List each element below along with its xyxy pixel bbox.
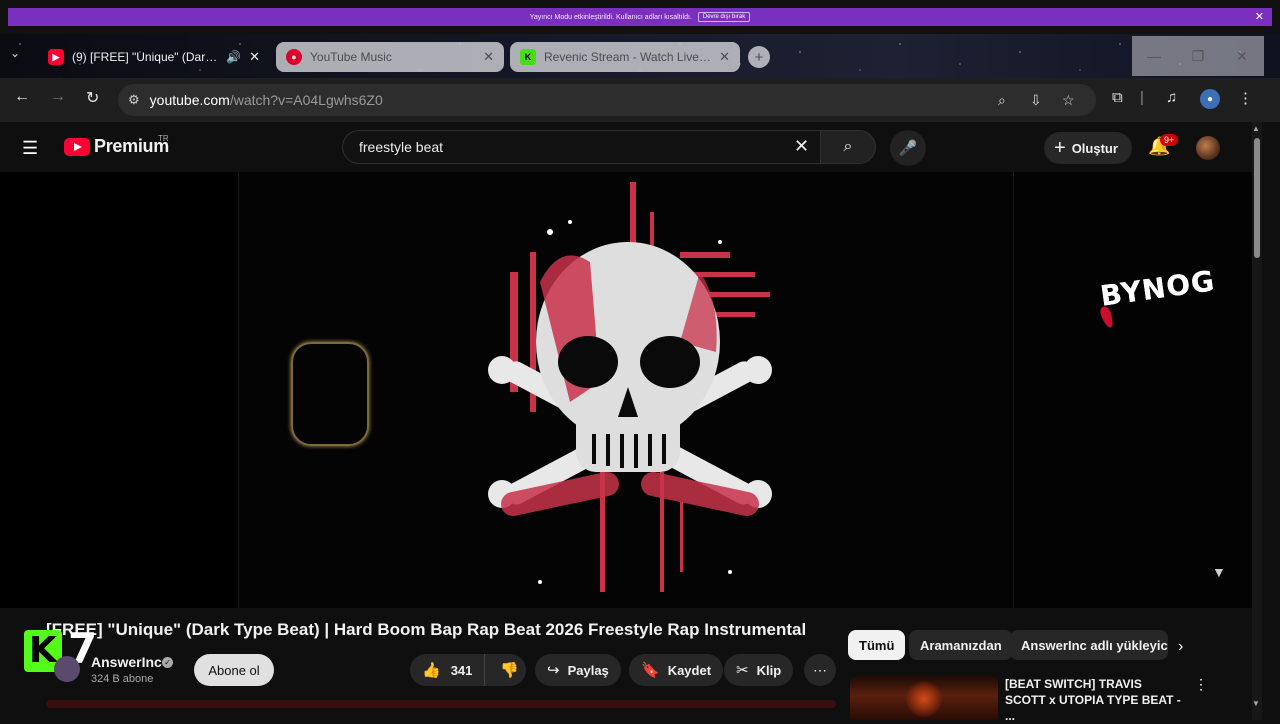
disable-streamer-mode-button[interactable]: Devre dışı bırak <box>697 12 751 22</box>
video-player[interactable]: BYNOG ▼ <box>0 172 1252 608</box>
tab-strip: ⌄ ▶ (9) [FREE] "Unique" (Dark Type 🔊 ✕ ●… <box>0 34 1280 78</box>
url-path: /watch?v=A04Lgwhs6Z0 <box>229 92 383 108</box>
address-bar[interactable]: ⚙ youtube.com/watch?v=A04Lgwhs6Z0 ⌕ ⇩ ☆ <box>118 84 1096 116</box>
bookmark-star-icon[interactable]: ☆ <box>1062 92 1075 109</box>
youtube-masthead: ☰ Premium TR freestyle beat ✕ ⌕ 🎤 + Oluş… <box>0 122 1280 172</box>
new-tab-plus-icon[interactable]: + <box>748 46 770 68</box>
tab-youtube-music[interactable]: ● YouTube Music ✕ <box>276 42 504 72</box>
scroll-up-arrow-icon[interactable]: ▲ <box>1252 124 1260 133</box>
toolbar-divider: | <box>1140 89 1144 106</box>
window-minimize-button[interactable]: — <box>1132 36 1176 76</box>
clip-label: Klip <box>756 662 782 678</box>
create-button[interactable]: + Oluştur <box>1044 132 1132 164</box>
youtube-favicon-icon: ▶ <box>48 49 64 65</box>
back-arrow-icon[interactable]: ← <box>14 88 30 106</box>
share-button[interactable]: ↪ Paylaş <box>535 654 621 686</box>
tab-title: YouTube Music <box>310 50 392 64</box>
speaker-icon[interactable]: 🔊 <box>226 50 241 64</box>
scroll-down-arrow-icon[interactable]: ▼ <box>1252 699 1260 708</box>
related-filter-chips: Tümü Aramanızdan AnswerInc adlı yükleyic… <box>848 630 1248 660</box>
reload-icon[interactable]: ↻ <box>86 88 99 108</box>
window-close-button[interactable]: ✕ <box>1220 36 1264 76</box>
extensions-icon[interactable]: ⧉ <box>1112 89 1123 106</box>
scrollbar-thumb[interactable] <box>1254 138 1260 258</box>
skull-and-crossbones-image <box>488 182 772 592</box>
search-button[interactable]: ⌕ <box>820 130 876 164</box>
chip-from-uploader[interactable]: AnswerInc adlı yükleyici <box>1010 630 1168 660</box>
logo-country-code: TR <box>158 134 169 143</box>
chip-from-search[interactable]: Aramanızdan <box>909 630 1013 660</box>
browser-toolbar: ← → ↻ ⚙ youtube.com/watch?v=A04Lgwhs6Z0 … <box>0 78 1280 122</box>
right-stream-panel <box>1014 172 1252 608</box>
subscribe-button[interactable]: Abone ol <box>194 654 274 686</box>
tab-title: Revenic Stream - Watch Live on <box>544 50 712 64</box>
tab-youtube-video[interactable]: ▶ (9) [FREE] "Unique" (Dark Type 🔊 ✕ <box>38 42 270 72</box>
search-query: freestyle beat <box>359 139 444 155</box>
notice-close-icon[interactable]: ✕ <box>1255 10 1264 23</box>
bookmark-icon: 🔖 <box>641 662 660 679</box>
subscriber-count: 324 B abone <box>91 673 154 685</box>
like-button[interactable]: 👍 341 <box>410 654 486 686</box>
tab-close-icon[interactable]: ✕ <box>719 49 730 65</box>
search-input[interactable]: freestyle beat <box>342 130 820 164</box>
webcam-overlay-frame <box>291 342 369 446</box>
install-app-icon[interactable]: ⇩ <box>1030 92 1042 109</box>
zoom-icon[interactable]: ⌕ <box>998 92 1006 109</box>
streamer-mode-notice: Yayıncı Modu etkinleştirildi. Kullanıcı … <box>8 8 1272 26</box>
dislike-button[interactable]: 👎 <box>493 654 526 686</box>
kick-favicon-icon: K <box>520 49 536 65</box>
chip-all[interactable]: Tümü <box>848 630 906 660</box>
clip-button[interactable]: ✂ Klip <box>724 654 794 686</box>
recommendation-menu-icon[interactable]: ⋮ <box>1194 676 1208 693</box>
scissors-icon: ✂ <box>736 662 749 679</box>
channel-watermark-icon: ▼ <box>1212 564 1226 580</box>
plus-icon: + <box>1054 136 1066 159</box>
youtube-music-favicon-icon: ● <box>286 49 302 65</box>
create-label: Oluştur <box>1071 140 1118 156</box>
browser-profile-avatar[interactable]: ● <box>1200 89 1220 109</box>
page-scrollbar[interactable]: ▲ ▼ <box>1252 122 1262 720</box>
media-control-icon[interactable]: ♫ <box>1166 89 1177 106</box>
recommendation-thumbnail[interactable] <box>850 675 998 720</box>
video-title: [FREE] "Unique" (Dark Type Beat) | Hard … <box>46 620 807 639</box>
youtube-premium-logo[interactable]: Premium TR <box>64 134 169 157</box>
youtube-play-logo-icon <box>64 137 90 156</box>
share-label: Paylaş <box>567 662 609 678</box>
site-settings-icon[interactable]: ⚙ <box>128 92 140 108</box>
share-arrow-icon: ↪ <box>547 662 560 679</box>
chips-next-arrow-icon[interactable]: › <box>1178 638 1183 656</box>
channel-avatar[interactable] <box>54 656 80 682</box>
recommendation-title[interactable]: [BEAT SWITCH] TRAVIS SCOTT x UTOPIA TYPE… <box>1005 676 1185 724</box>
more-actions-button[interactable]: ⋯ <box>804 654 836 686</box>
browser-menu-icon[interactable]: ⋮ <box>1238 89 1253 107</box>
tab-kick-stream[interactable]: K Revenic Stream - Watch Live on ✕ <box>510 42 740 72</box>
search-icon: ⌕ <box>843 138 853 155</box>
save-button[interactable]: 🔖 Kaydet <box>629 654 724 686</box>
notice-message: Yayıncı Modu etkinleştirildi. Kullanıcı … <box>529 13 692 21</box>
clear-search-icon[interactable]: ✕ <box>794 136 809 157</box>
like-count: 341 <box>450 662 473 678</box>
tab-close-icon[interactable]: ✕ <box>249 49 260 65</box>
tab-close-icon[interactable]: ✕ <box>483 49 494 65</box>
guide-menu-icon[interactable]: ☰ <box>22 138 38 159</box>
tab-search-chevron-icon[interactable]: ⌄ <box>10 46 20 60</box>
verified-badge-icon: ✓ <box>162 657 173 668</box>
skull-artwork <box>480 182 780 602</box>
thumbs-up-icon: 👍 <box>422 662 441 679</box>
like-dislike-group: 👍 341 👎 <box>410 654 526 686</box>
channel-name[interactable]: AnswerInc <box>91 654 162 670</box>
tab-title: (9) [FREE] "Unique" (Dark Type <box>72 50 218 64</box>
thumbs-down-icon: 👎 <box>500 662 520 679</box>
forward-arrow-icon[interactable]: → <box>50 88 66 106</box>
account-avatar[interactable] <box>1196 136 1220 160</box>
microphone-icon: 🎤 <box>898 140 918 157</box>
more-horizontal-icon: ⋯ <box>813 661 827 678</box>
window-maximize-button[interactable]: ❐ <box>1176 36 1220 76</box>
voice-search-button[interactable]: 🎤 <box>890 130 926 166</box>
description-box-edge <box>46 700 836 708</box>
save-label: Kaydet <box>667 662 712 678</box>
url-host: youtube.com <box>149 92 230 108</box>
notification-count-badge: 9+ <box>1160 134 1179 146</box>
notice-bar-container: Yayıncı Modu etkinleştirildi. Kullanıcı … <box>0 0 1280 34</box>
